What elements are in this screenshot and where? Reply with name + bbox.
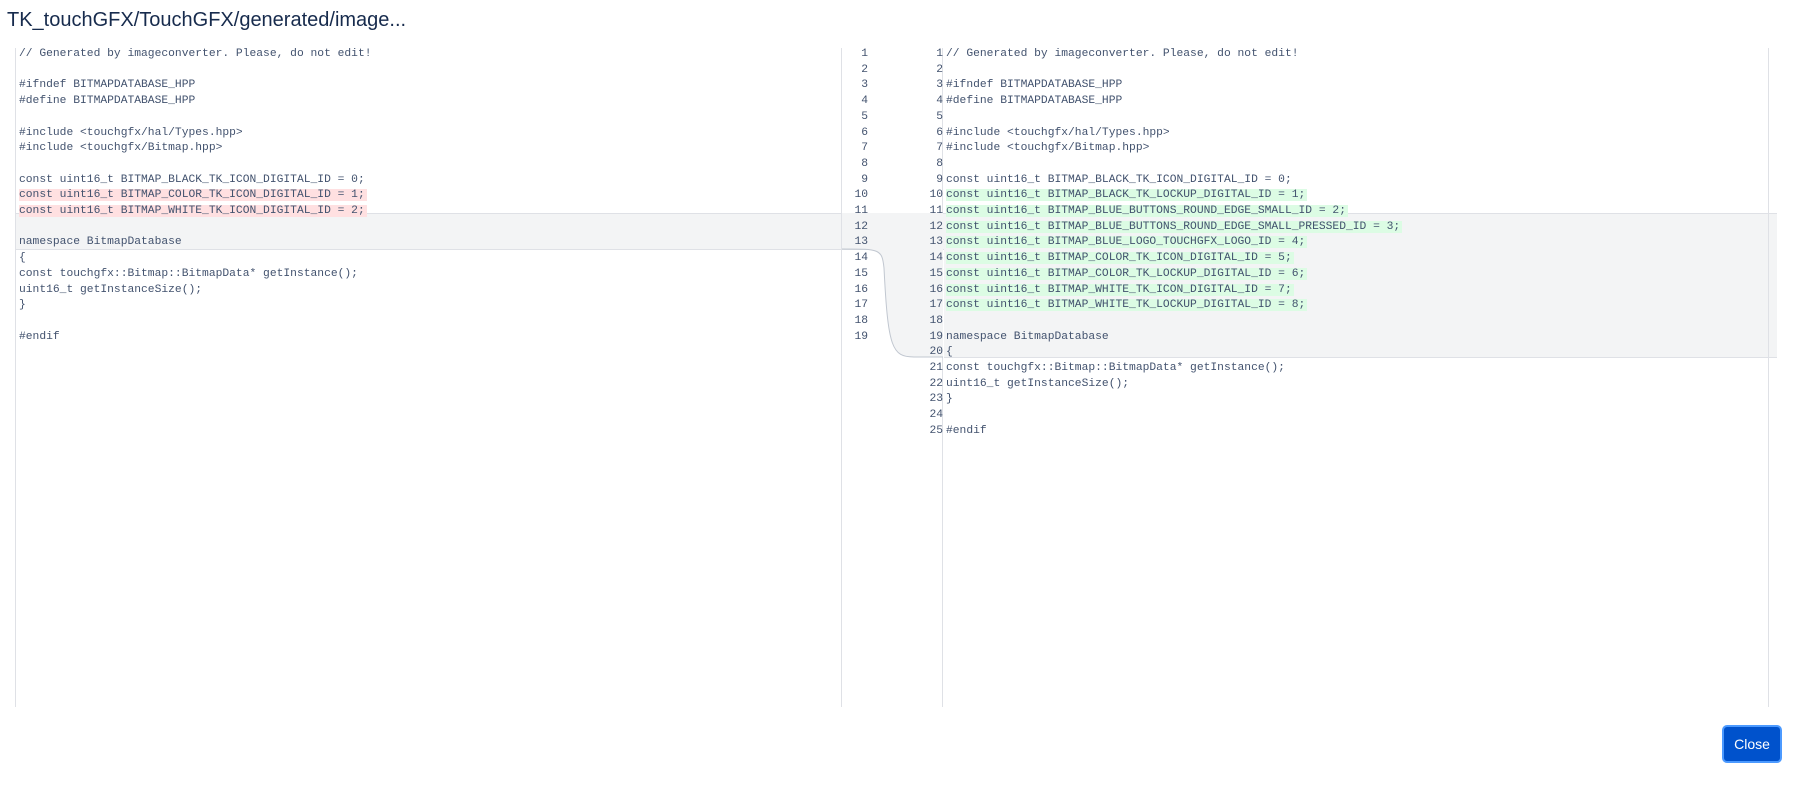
left-code-line: // Generated by imageconverter. Please, … <box>19 45 372 63</box>
right-code-text: { <box>946 346 953 359</box>
right-code-text: const uint16_t BITMAP_WHITE_TK_LOCKUP_DI… <box>946 299 1308 312</box>
right-code-line: #define BITMAPDATABASE_HPP <box>946 92 1122 110</box>
side-by-side-diff: // Generated by imageconverter. Please, … <box>15 48 1777 707</box>
right-code-text: const uint16_t BITMAP_BLUE_LOGO_TOUCHGFX… <box>946 236 1308 249</box>
left-code-text: uint16_t getInstanceSize(); <box>19 283 203 296</box>
right-code-text: uint16_t getInstanceSize(); <box>946 377 1130 390</box>
left-code-text: { <box>19 252 26 265</box>
left-code-line: const uint16_t BITMAP_WHITE_TK_ICON_DIGI… <box>19 202 367 220</box>
right-code-text: const uint16_t BITMAP_COLOR_TK_ICON_DIGI… <box>946 252 1294 265</box>
left-code-line: #define BITMAPDATABASE_HPP <box>19 92 195 110</box>
left-code-text: #include <touchgfx/hal/Types.hpp> <box>19 126 243 139</box>
left-code-text: const uint16_t BITMAP_WHITE_TK_ICON_DIGI… <box>19 205 367 217</box>
close-button[interactable]: Close <box>1724 727 1780 761</box>
right-code-line: namespace BitmapDatabase <box>946 328 1109 346</box>
left-code-text: #endif <box>19 330 60 343</box>
right-code-text: namespace BitmapDatabase <box>946 330 1109 343</box>
right-code-text: #ifndef BITMAPDATABASE_HPP <box>946 79 1123 92</box>
right-code-line: uint16_t getInstanceSize(); <box>946 375 1129 393</box>
left-code-line: } <box>19 296 26 314</box>
left-code-text: } <box>19 299 26 312</box>
dialog-title: TK_touchGFX/TouchGFX/generated/image... <box>7 9 407 31</box>
left-line-number: 19 <box>854 330 868 343</box>
right-code-line: } <box>946 390 953 408</box>
right-code-text: } <box>946 393 953 406</box>
right-code-line: // Generated by imageconverter. Please, … <box>946 45 1299 63</box>
left-code-line: #endif <box>19 328 60 346</box>
right-code-line: #endif <box>946 422 987 440</box>
right-code-text: const uint16_t BITMAP_BLUE_BUTTONS_ROUND… <box>946 220 1403 233</box>
left-code-line: #include <touchgfx/Bitmap.hpp> <box>19 139 222 157</box>
line-number-gutter: 1 2 3 4 5 6 7 8 9 10 11 12 13 14 15 16 17 18 19 1 2 3 4 5 6 7 8 9 10… <box>842 48 943 707</box>
left-code-text: // Generated by imageconverter. Please, … <box>19 48 372 60</box>
right-code-text: const uint16_t BITMAP_BLACK_TK_LOCKUP_DI… <box>946 189 1308 202</box>
right-code-text: const uint16_t BITMAP_BLUE_BUTTONS_ROUND… <box>946 205 1348 217</box>
left-code-line: namespace BitmapDatabase <box>19 233 182 251</box>
left-code-text: #define BITMAPDATABASE_HPP <box>19 95 196 108</box>
right-code-text: // Generated by imageconverter. Please, … <box>946 48 1299 60</box>
right-code-text: #include <touchgfx/Bitmap.hpp> <box>946 142 1150 155</box>
right-code-text: const uint16_t BITMAP_WHITE_TK_ICON_DIGI… <box>946 283 1294 296</box>
left-code-text: const touchgfx::Bitmap::BitmapData* getI… <box>19 267 358 280</box>
left-code-line: uint16_t getInstanceSize(); <box>19 281 202 299</box>
left-code-text: #include <touchgfx/Bitmap.hpp> <box>19 142 223 155</box>
left-file-pane[interactable]: // Generated by imageconverter. Please, … <box>15 48 842 707</box>
right-code-line: #include <touchgfx/Bitmap.hpp> <box>946 139 1149 157</box>
left-code-text: namespace BitmapDatabase <box>19 236 182 249</box>
right-code-text: const touchgfx::Bitmap::BitmapData* getI… <box>946 362 1285 374</box>
right-code-text: #include <touchgfx/hal/Types.hpp> <box>946 126 1170 139</box>
right-code-text: const uint16_t BITMAP_COLOR_TK_LOCKUP_DI… <box>946 267 1308 280</box>
right-line-number: 25 <box>929 424 943 437</box>
left-code-text: const uint16_t BITMAP_BLACK_TK_ICON_DIGI… <box>19 173 365 186</box>
right-code-line: const uint16_t BITMAP_WHITE_TK_LOCKUP_DI… <box>946 296 1308 314</box>
right-code-text: #define BITMAPDATABASE_HPP <box>946 95 1123 108</box>
right-file-pane[interactable]: // Generated by imageconverter. Please, … <box>943 48 1769 707</box>
right-code-text: const uint16_t BITMAP_BLACK_TK_ICON_DIGI… <box>946 173 1292 186</box>
right-code-text: #endif <box>946 424 987 437</box>
left-code-text: const uint16_t BITMAP_COLOR_TK_ICON_DIGI… <box>19 189 367 202</box>
left-code-text: #ifndef BITMAPDATABASE_HPP <box>19 79 196 92</box>
